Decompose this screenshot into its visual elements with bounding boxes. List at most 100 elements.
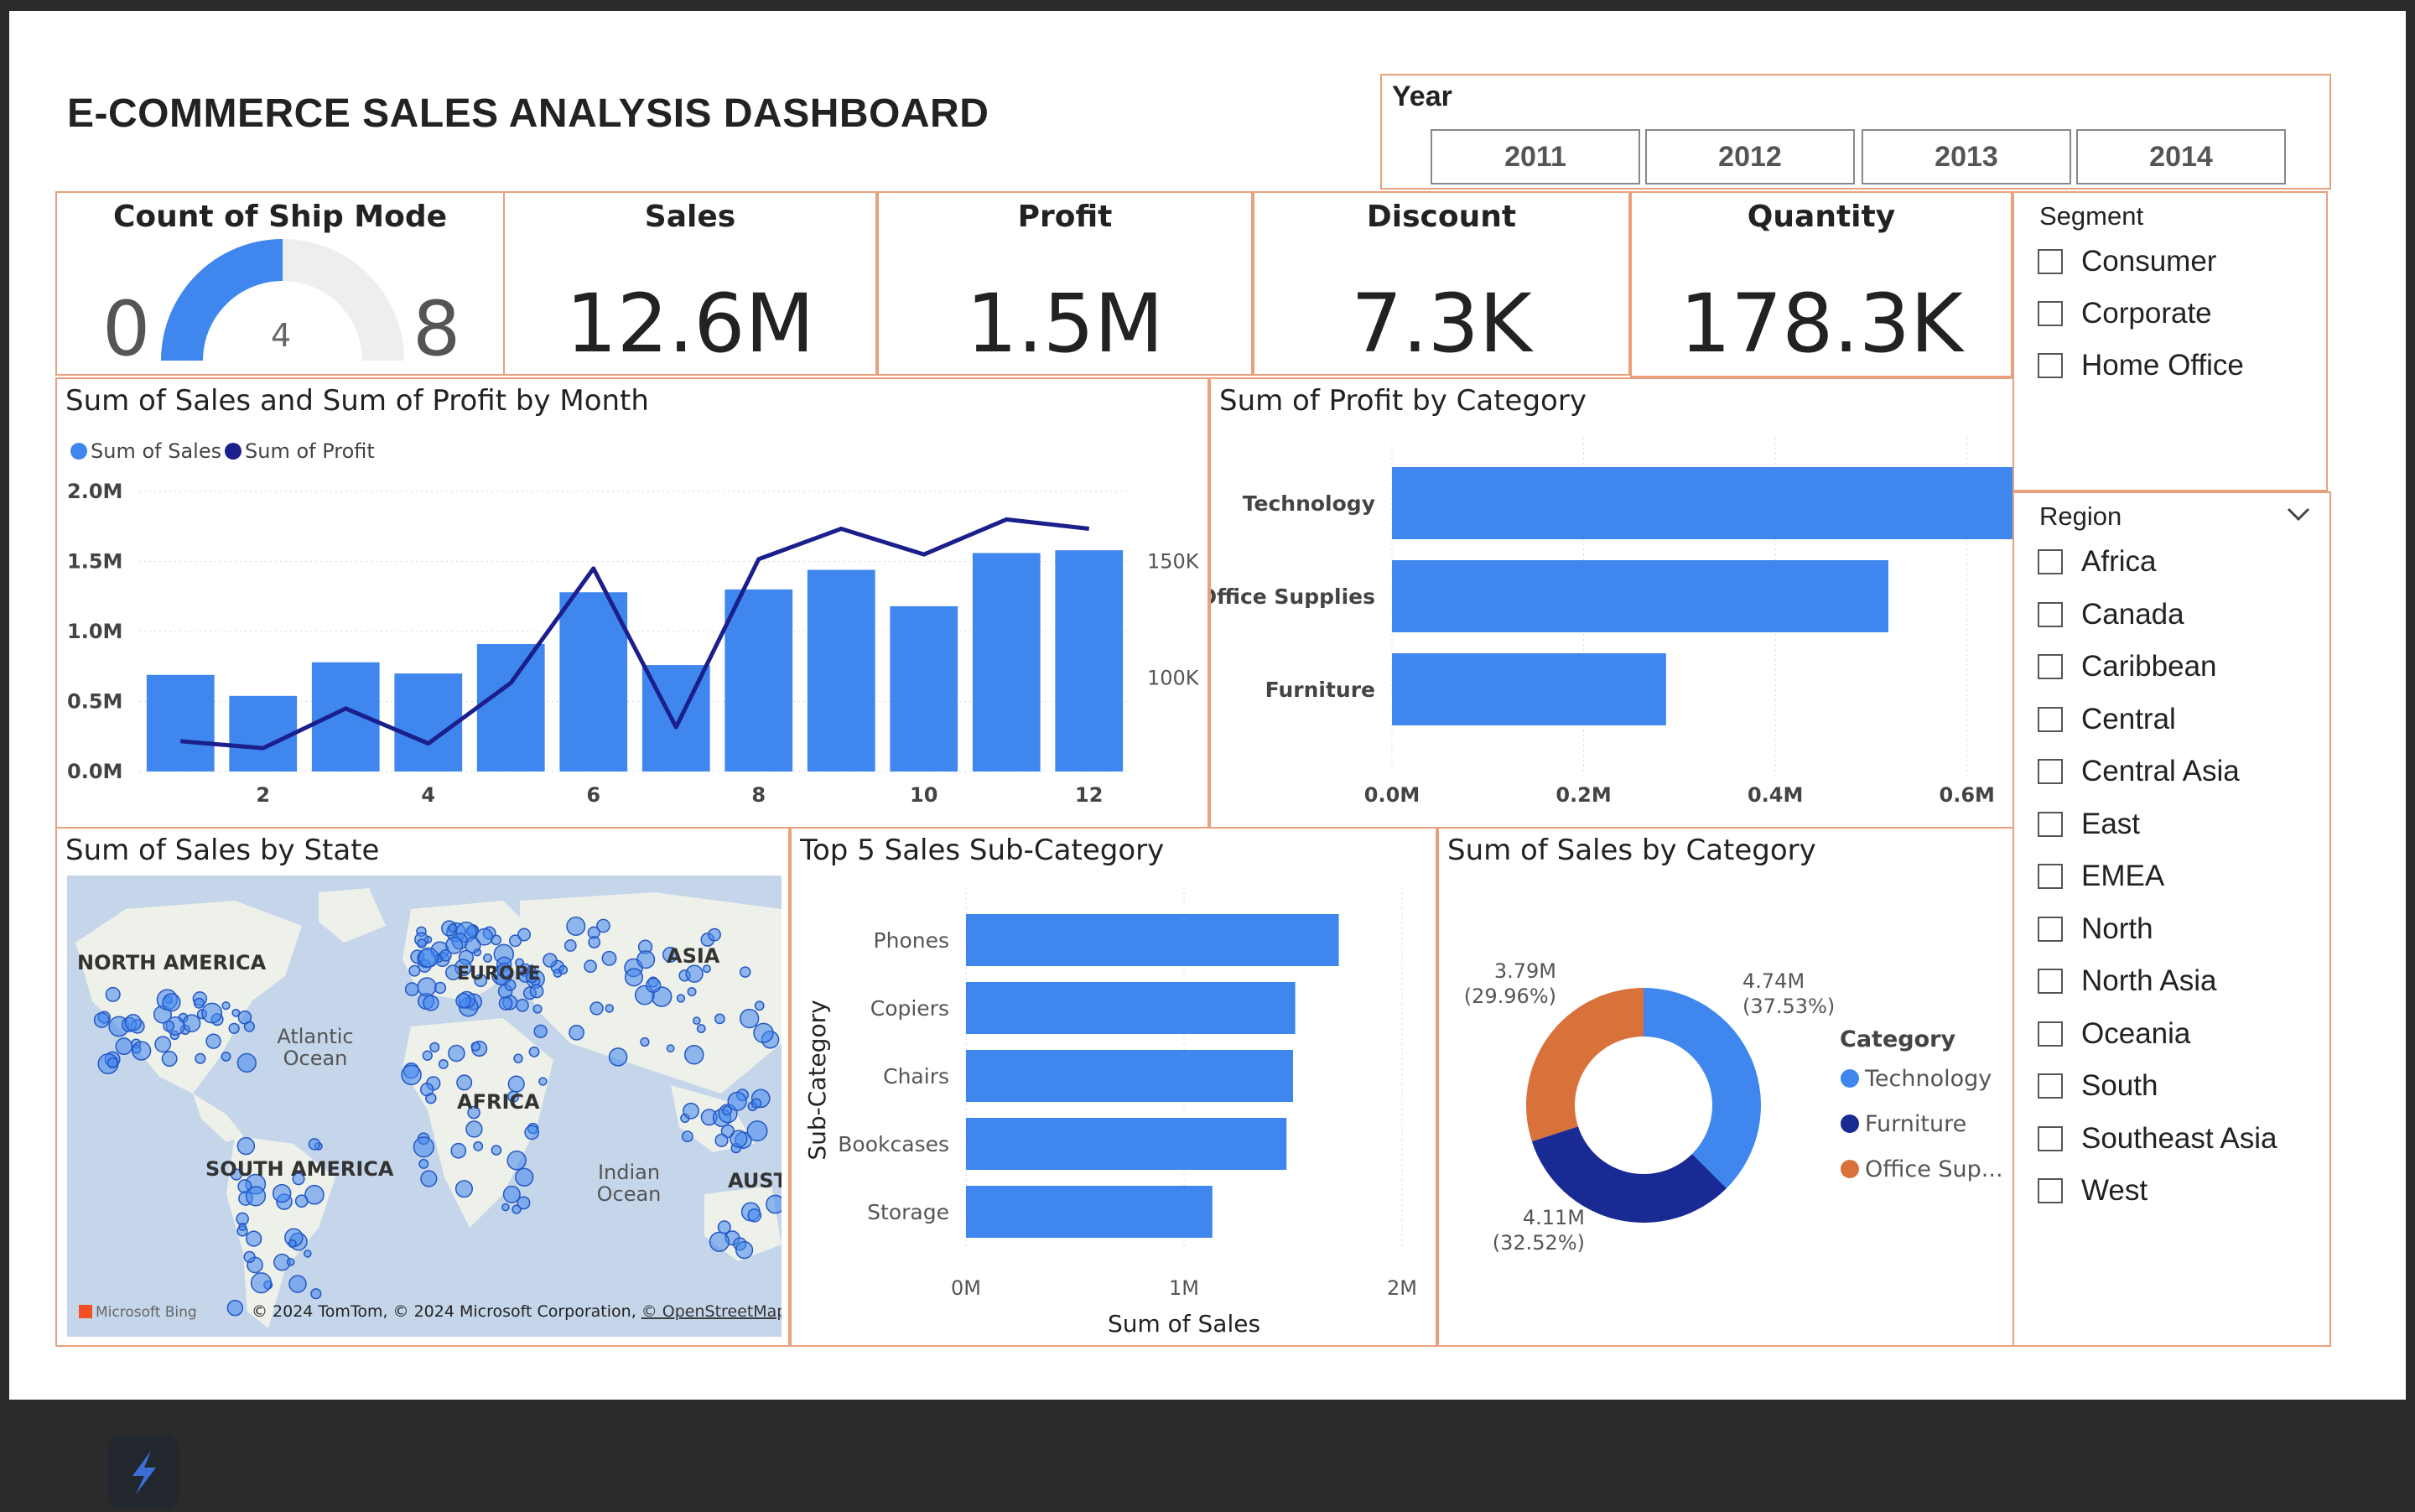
map-dot xyxy=(475,927,494,946)
map-dot xyxy=(286,1258,295,1266)
map-dot xyxy=(746,1120,768,1142)
map-dot xyxy=(584,959,597,974)
map-label-europe: EUROPE xyxy=(457,964,541,985)
year-button-2014[interactable]: 2014 xyxy=(2076,129,2286,184)
map-dot xyxy=(163,1020,174,1032)
region-option-southeast-asia[interactable]: Southeast Asia xyxy=(2038,1122,2277,1156)
map-dot xyxy=(766,1194,782,1214)
map-dot xyxy=(529,984,544,999)
checkbox[interactable] xyxy=(2038,1021,2063,1047)
checkbox[interactable] xyxy=(2038,1178,2063,1203)
profit-bar xyxy=(1392,560,1888,632)
legend-dot xyxy=(1841,1115,1859,1133)
map-dot xyxy=(685,964,704,983)
map-dot xyxy=(162,993,181,1012)
map-dot xyxy=(747,1208,762,1223)
map-dot xyxy=(727,1091,747,1111)
segment-option-corporate[interactable]: Corporate xyxy=(2038,297,2212,330)
checkbox[interactable] xyxy=(2038,969,2063,994)
region-option-label: North Asia xyxy=(2081,964,2217,997)
region-option-canada[interactable]: Canada xyxy=(2038,598,2184,631)
app-dock-icon[interactable] xyxy=(107,1436,179,1508)
region-option-caribbean[interactable]: Caribbean xyxy=(2038,650,2217,683)
checkbox[interactable] xyxy=(2038,916,2063,942)
checkbox[interactable] xyxy=(2038,1125,2063,1151)
region-option-north-asia[interactable]: North Asia xyxy=(2038,964,2216,998)
checkbox[interactable] xyxy=(2038,353,2063,378)
checkbox[interactable] xyxy=(2038,811,2063,837)
map-dot xyxy=(401,1064,422,1086)
gauge-min: 0 xyxy=(102,285,151,373)
checkbox[interactable] xyxy=(2038,601,2063,627)
sales-bar xyxy=(972,553,1041,772)
sales-bar xyxy=(394,673,463,772)
map-dot xyxy=(246,1230,262,1247)
segment-option-home-office[interactable]: Home Office xyxy=(2038,349,2244,382)
year-button-2011[interactable]: 2011 xyxy=(1431,129,1640,184)
lightning-icon xyxy=(132,1451,156,1494)
map-dot xyxy=(106,1057,118,1069)
map-dot xyxy=(666,1044,675,1053)
ship-mode-card: Count of Ship Mode 0 8 4 xyxy=(55,191,505,376)
checkbox[interactable] xyxy=(2038,249,2063,274)
map-dot xyxy=(533,1024,548,1038)
region-option-central-asia[interactable]: Central Asia xyxy=(2038,755,2240,788)
year-button-2013[interactable]: 2013 xyxy=(1862,129,2071,184)
map-dot xyxy=(417,977,437,997)
map-dot xyxy=(182,1014,201,1032)
region-option-west[interactable]: West xyxy=(2038,1174,2148,1208)
top5-subcategory-chart: 0M 1M 2M Phones Copiers Chairs Bookcases Storag… xyxy=(803,887,1417,1338)
sales-bar xyxy=(724,589,793,772)
checkbox[interactable] xyxy=(2038,864,2063,889)
map-dot xyxy=(288,1275,307,1293)
sales-by-state-title: Sum of Sales by State xyxy=(65,834,380,867)
region-option-east[interactable]: East xyxy=(2038,808,2140,841)
map-dot xyxy=(515,1167,534,1187)
checkbox[interactable] xyxy=(2038,759,2063,784)
bing-logo: Microsoft Bing xyxy=(96,1304,197,1321)
region-option-north[interactable]: North xyxy=(2038,912,2153,946)
dashboard-title: E-COMMERCE SALES ANALYSIS DASHBOARD xyxy=(67,91,989,136)
map-dot xyxy=(419,1083,434,1097)
segment-option-label: Corporate xyxy=(2081,297,2212,330)
atlantic-word-2: Ocean xyxy=(283,1047,348,1070)
checkbox[interactable] xyxy=(2038,1073,2063,1099)
world-map[interactable]: NORTH AMERICA EUROPE ASIA Atlantic Ocean … xyxy=(67,876,782,1337)
region-option-africa[interactable]: Africa xyxy=(2038,545,2156,579)
chevron-down-icon[interactable] xyxy=(2286,507,2311,523)
y-tick-label: 1.0M xyxy=(67,620,122,643)
checkbox[interactable] xyxy=(2038,549,2063,574)
map-dot xyxy=(448,1044,465,1063)
gauge-fill xyxy=(161,239,283,361)
checkbox[interactable] xyxy=(2038,706,2063,732)
category-label: Furniture xyxy=(1265,678,1375,702)
region-option-label: East xyxy=(2081,807,2141,840)
discount-card-value: 7.3K xyxy=(1351,277,1532,371)
atlantic-word-1: Atlantic xyxy=(277,1025,353,1048)
x-tick-label: 0.4M xyxy=(1748,783,1803,807)
region-option-label: South xyxy=(2081,1069,2158,1102)
legend-label: Furniture xyxy=(1865,1111,1966,1137)
map-dot xyxy=(105,986,121,1002)
segment-option-consumer[interactable]: Consumer xyxy=(2038,245,2216,278)
map-dot xyxy=(588,936,601,948)
map-attribution: © 2024 TomTom, © 2024 Microsoft Corporat… xyxy=(252,1302,782,1321)
region-option-central[interactable]: Central xyxy=(2038,703,2176,736)
map-dot xyxy=(498,996,513,1011)
x-tick-label: 0.0M xyxy=(1364,783,1420,807)
region-option-oceania[interactable]: Oceania xyxy=(2038,1017,2190,1051)
region-option-emea[interactable]: EMEA xyxy=(2038,860,2164,893)
map-dot xyxy=(714,1133,729,1147)
map-dot xyxy=(417,938,427,948)
segment-option-label: Consumer xyxy=(2081,245,2217,278)
map-dot xyxy=(422,1050,433,1061)
checkbox[interactable] xyxy=(2038,654,2063,679)
checkbox[interactable] xyxy=(2038,301,2063,326)
region-option-south[interactable]: South xyxy=(2038,1069,2158,1103)
map-label-south-america: SOUTH AMERICA xyxy=(205,1157,394,1181)
legend-sales-label: Sum of Sales xyxy=(91,439,221,463)
x-tick-label: 12 xyxy=(1075,783,1103,807)
map-dot xyxy=(465,1120,483,1138)
region-option-label: Central Asia xyxy=(2081,755,2240,787)
year-button-2012[interactable]: 2012 xyxy=(1645,129,1855,184)
